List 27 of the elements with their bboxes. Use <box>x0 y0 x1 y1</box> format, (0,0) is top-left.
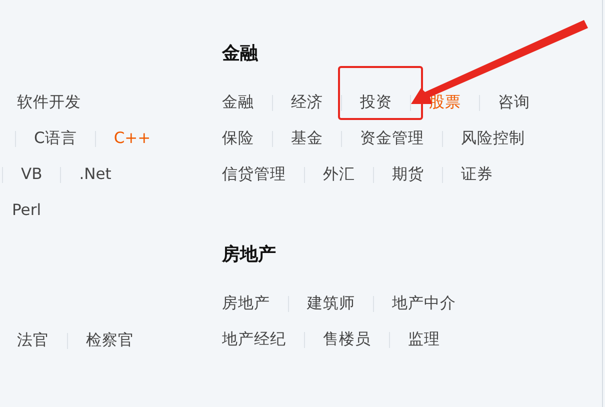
section-heading: 房地产 <box>222 244 277 266</box>
category-link[interactable]: 建筑师 <box>307 294 355 312</box>
category-link[interactable]: 监理 <box>408 330 440 348</box>
category-link[interactable]: 检察官 <box>86 331 134 350</box>
category-link[interactable]: 金融 <box>222 93 254 112</box>
category-link[interactable]: 法官 <box>17 331 49 350</box>
category-link[interactable]: 投资 <box>360 93 392 112</box>
category-link[interactable]: 地产中介 <box>392 294 456 312</box>
section-heading: 金融 <box>222 43 259 65</box>
category-link[interactable]: 期货 <box>392 165 424 184</box>
category-link[interactable]: 售楼员 <box>323 330 371 348</box>
category-link[interactable]: 外汇 <box>323 165 355 184</box>
category-link[interactable]: 房地产 <box>222 294 270 312</box>
category-link[interactable]: 保险 <box>222 129 254 148</box>
category-link[interactable]: .Net <box>79 165 112 184</box>
category-link[interactable]: Perl <box>12 201 42 220</box>
category-link[interactable]: C语言 <box>34 129 77 148</box>
category-link[interactable]: 软件开发 <box>17 93 81 112</box>
category-link[interactable]: 经济 <box>291 93 323 112</box>
category-link[interactable]: 资金管理 <box>360 129 424 148</box>
category-link[interactable]: 基金 <box>291 129 323 148</box>
category-link[interactable]: 风险控制 <box>461 129 525 148</box>
category-link[interactable]: 地产经纪 <box>222 330 286 348</box>
category-link[interactable]: 证券 <box>461 165 493 184</box>
category-link[interactable]: VB <box>21 165 42 184</box>
category-link[interactable]: 咨询 <box>498 93 530 112</box>
category-link[interactable]: 信贷管理 <box>222 165 286 184</box>
